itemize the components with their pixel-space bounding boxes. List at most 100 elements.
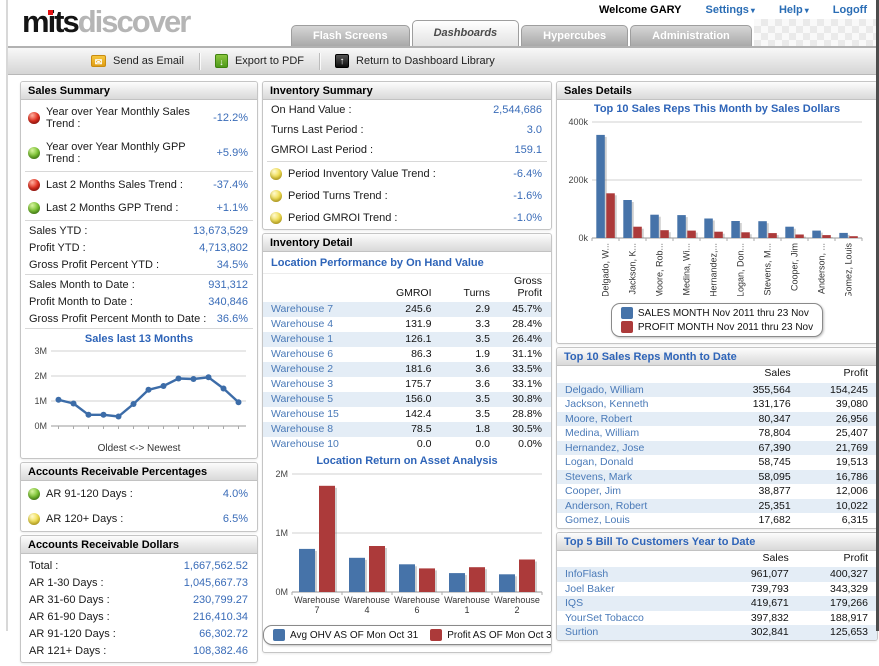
- row-link[interactable]: Jackson, Kenneth: [557, 397, 722, 412]
- export-to-pdf-button[interactable]: ↓ Export to PDF: [200, 48, 319, 74]
- column-header-spacer: [557, 551, 719, 568]
- row-link[interactable]: InfoFlash: [557, 567, 719, 582]
- stat-label: AR 1-30 Days :: [29, 577, 104, 589]
- svg-text:2M: 2M: [34, 371, 47, 381]
- row-link[interactable]: Delgado, William: [557, 383, 722, 398]
- table-row: Warehouse 686.31.931.1%: [263, 347, 551, 362]
- row-link[interactable]: Cooper, Jim: [557, 484, 722, 499]
- legend-label: Profit AS OF Mon Oct 31: [447, 630, 552, 641]
- tab-flash-screens[interactable]: Flash Screens: [291, 25, 410, 46]
- row-link[interactable]: Warehouse 4: [263, 317, 367, 332]
- tab-dashboards[interactable]: Dashboards: [412, 20, 520, 46]
- ar-dollar-rows: Total :1,667,562.52AR 1-30 Days :1,045,6…: [21, 554, 257, 662]
- inventory-summary-title: Inventory Summary: [263, 82, 551, 100]
- yellow-status-dot-icon: [270, 190, 282, 202]
- stat-row: GMROI Last Period :159.1: [263, 140, 551, 160]
- svg-text:0M: 0M: [275, 587, 288, 597]
- row-link[interactable]: Warehouse 5: [263, 392, 367, 407]
- row-link[interactable]: Warehouse 8: [263, 422, 367, 437]
- top-reps-panel: Top 10 Sales Reps Month to Date SalesPro…: [556, 347, 878, 529]
- ar-percentages-title: Accounts Receivable Percentages: [21, 463, 257, 481]
- row-link[interactable]: Moore, Robert: [557, 412, 722, 427]
- svg-text:Jackson, K...: Jackson, K...: [628, 243, 638, 295]
- row-link[interactable]: Hernandez, Jose: [557, 441, 722, 456]
- table-row: Gomez, Louis17,6826,315: [557, 513, 877, 528]
- tab-hypercubes[interactable]: Hypercubes: [521, 25, 628, 46]
- cell-value: 3.5: [441, 392, 499, 407]
- legend-label: PROFIT MONTH Nov 2011 thru 23 Nov: [638, 322, 813, 333]
- row-link[interactable]: Warehouse 7: [263, 302, 367, 317]
- row-link[interactable]: Warehouse 2: [263, 362, 367, 377]
- svg-text:6: 6: [414, 605, 419, 615]
- row-link[interactable]: Joel Baker: [557, 582, 719, 597]
- cell-value: 58,095: [722, 470, 799, 485]
- svg-text:Warehouse: Warehouse: [444, 595, 490, 605]
- table-row: Anderson, Robert25,35110,022: [557, 499, 877, 514]
- svg-text:400k: 400k: [568, 117, 588, 127]
- row-link[interactable]: Warehouse 6: [263, 347, 367, 362]
- location-performance-title: Location Performance by On Hand Value: [263, 252, 551, 274]
- svg-text:Logan, Don...: Logan, Don...: [736, 243, 746, 296]
- divider: [267, 161, 547, 162]
- row-link[interactable]: Anderson, Robert: [557, 499, 722, 514]
- send-as-email-button[interactable]: ✉ Send as Email: [76, 48, 199, 74]
- column-header: Profit: [800, 366, 877, 383]
- cell-value: 3.6: [441, 377, 499, 392]
- logoff-link[interactable]: Logoff: [833, 4, 867, 16]
- cell-value: 175.7: [367, 377, 441, 392]
- trend-value: -37.4%: [213, 179, 248, 191]
- cell-value: 3.5: [441, 332, 499, 347]
- return-to-dashboard-library-button[interactable]: ↑ Return to Dashboard Library: [320, 48, 510, 74]
- svg-text:2: 2: [514, 605, 519, 615]
- stat-row: Turns Last Period :3.0: [263, 120, 551, 140]
- svg-text:3M: 3M: [34, 346, 47, 356]
- ar-percentage-rows: AR 91-120 Days :4.0%AR 120+ Days :6.5%: [21, 481, 257, 531]
- trend-row: Year over Year Monthly GPP Trend :+5.9%: [21, 135, 257, 170]
- table-row: Surtion302,841125,653: [557, 625, 877, 640]
- table-row: Joel Baker739,793343,329: [557, 582, 877, 597]
- sales-details-panel: Sales Details Top 10 Sales Reps This Mon…: [556, 81, 878, 344]
- green-status-dot-icon: [28, 202, 40, 214]
- row-link[interactable]: Warehouse 3: [263, 377, 367, 392]
- sales-13mo-xlabel: Oldest <-> Newest: [21, 443, 257, 458]
- column-header: Gross Profit: [499, 274, 551, 302]
- cell-value: 302,841: [719, 625, 798, 640]
- top-reps-title: Top 10 Sales Reps Month to Date: [557, 348, 877, 366]
- red-status-dot-icon: [28, 112, 40, 124]
- row-link[interactable]: Stevens, Mark: [557, 470, 722, 485]
- column-header: Turns: [441, 274, 499, 302]
- row-link[interactable]: Medina, William: [557, 426, 722, 441]
- row-link[interactable]: Surtion: [557, 625, 719, 640]
- table-row: Logan, Donald58,74519,513: [557, 455, 877, 470]
- row-link[interactable]: Warehouse 10: [263, 437, 367, 452]
- svg-text:Warehouse: Warehouse: [394, 595, 440, 605]
- svg-text:4: 4: [364, 605, 369, 615]
- trend-value: -12.2%: [213, 112, 248, 124]
- stat-row: AR 1-30 Days :1,045,667.73: [21, 574, 257, 591]
- help-menu[interactable]: Help▾: [779, 4, 809, 16]
- green-status-dot-icon: [28, 147, 40, 159]
- column-header: Sales: [719, 551, 798, 568]
- roa-chart: 0M1M2MWarehouse7Warehouse4Warehouse6Ware…: [263, 468, 551, 623]
- row-link[interactable]: Warehouse 1: [263, 332, 367, 347]
- cell-value: 33.5%: [499, 362, 551, 377]
- row-link[interactable]: IQS: [557, 596, 719, 611]
- settings-menu[interactable]: Settings▾: [706, 4, 755, 16]
- trend-label: Year over Year Monthly Sales Trend :: [46, 106, 213, 130]
- legend-label: SALES MONTH Nov 2011 thru 23 Nov: [638, 308, 809, 319]
- svg-text:Moore, Rob...: Moore, Rob...: [655, 243, 665, 296]
- row-link[interactable]: Gomez, Louis: [557, 513, 722, 528]
- svg-text:2M: 2M: [275, 469, 288, 479]
- yoy-trend-group: Year over Year Monthly Sales Trend :-12.…: [21, 100, 257, 170]
- table-header-row: SalesProfit: [557, 551, 877, 568]
- stat-label: GMROI Last Period :: [271, 144, 373, 156]
- row-link[interactable]: YourSet Tobacco: [557, 611, 719, 626]
- tab-administration[interactable]: Administration: [630, 25, 752, 46]
- svg-text:Warehouse: Warehouse: [294, 595, 340, 605]
- svg-text:Hernandez,...: Hernandez,...: [709, 243, 719, 296]
- row-link[interactable]: Logan, Donald: [557, 455, 722, 470]
- cell-value: 188,917: [798, 611, 877, 626]
- row-link[interactable]: Warehouse 15: [263, 407, 367, 422]
- svg-text:7: 7: [314, 605, 319, 615]
- table-row: Cooper, Jim38,87712,006: [557, 484, 877, 499]
